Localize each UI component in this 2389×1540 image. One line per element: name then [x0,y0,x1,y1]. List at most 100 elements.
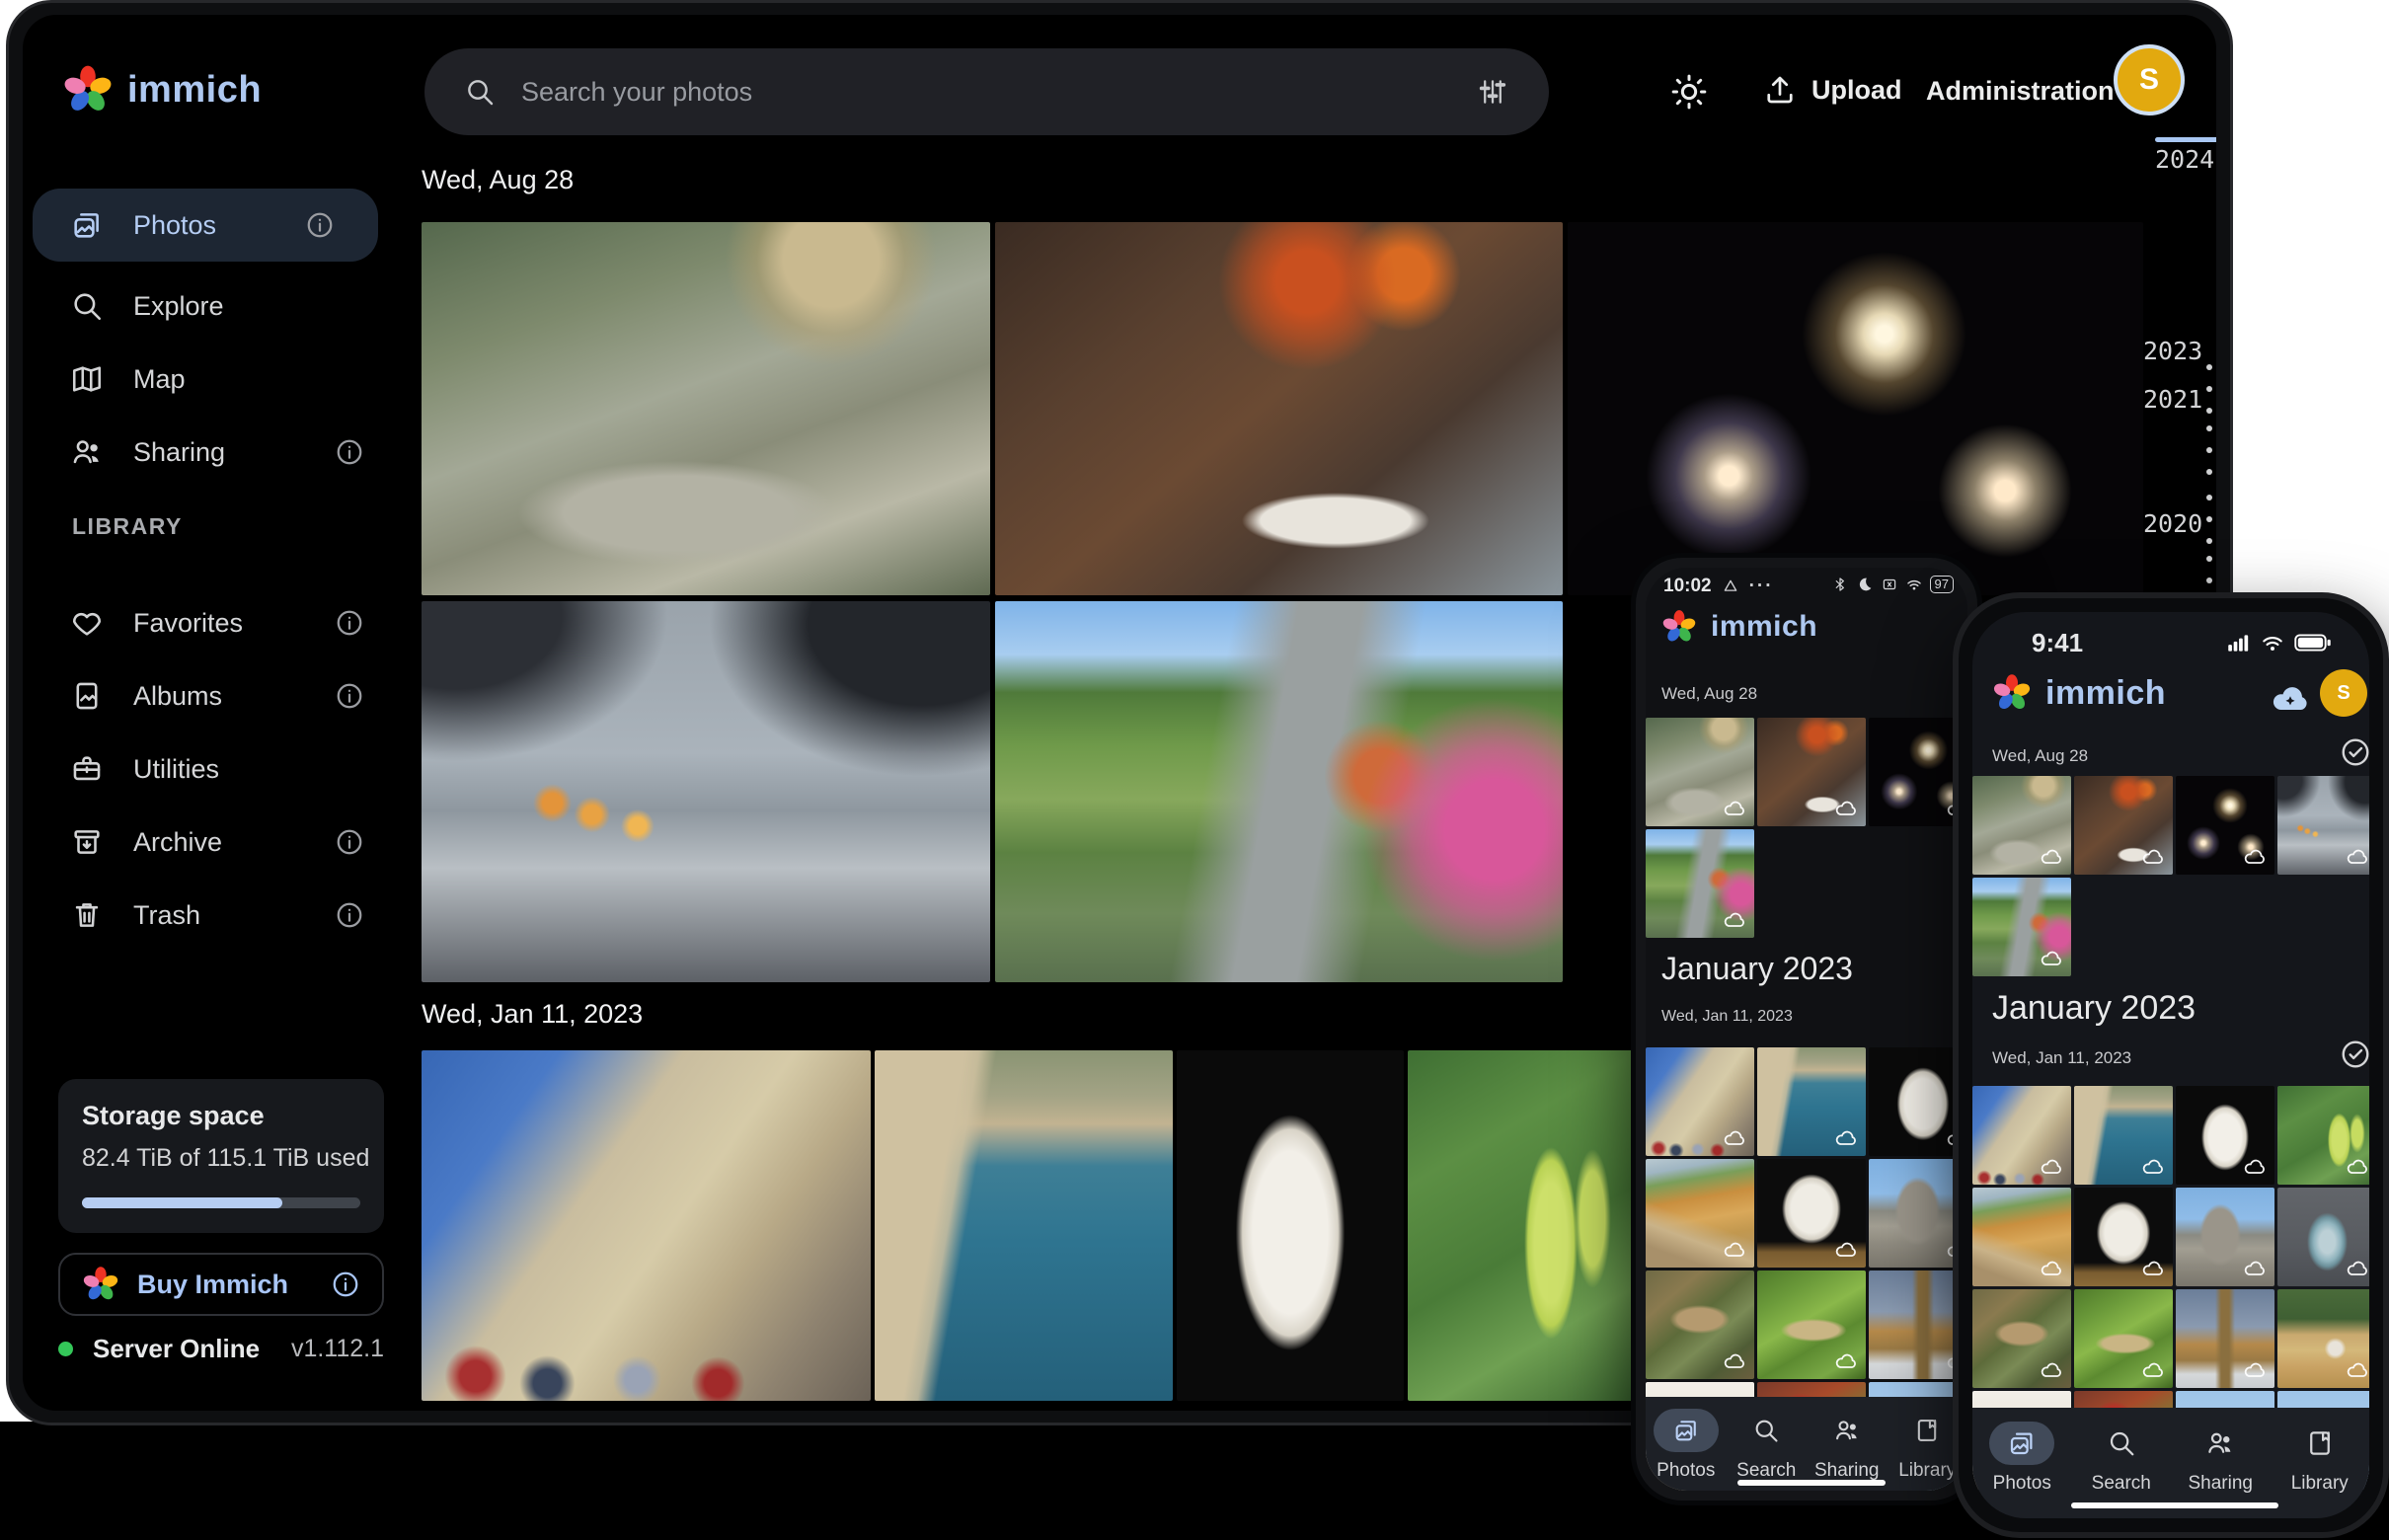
trash-icon [70,898,104,932]
tune-icon[interactable] [1476,75,1509,109]
timeline-year-2023[interactable]: 2023 [2143,337,2216,365]
immich-flower-logo [82,1266,119,1303]
sidebar-item-favorites[interactable]: Favorites [23,586,408,659]
info-icon[interactable] [331,1270,360,1299]
cloud-icon [2243,1358,2267,1382]
photo-lizard-moss[interactable] [1757,1270,1866,1379]
photo-dinner-table[interactable] [2074,776,2173,875]
photo-coastal-fort[interactable] [875,1050,1173,1401]
photo-garden-path[interactable] [1972,878,2071,976]
photo-tiered-ornament[interactable] [2277,1188,2369,1286]
sidebar-item-photos[interactable]: Photos [33,189,378,262]
nav-search[interactable]: Search [2072,1422,2172,1495]
photo-garden-path[interactable] [1646,829,1754,938]
phone1-bottom-nav: Photos Search Sharing Library [1646,1397,1967,1491]
check-circle-icon[interactable] [2340,1039,2369,1070]
photo-holding-hands[interactable] [2277,776,2369,875]
photo-dinner-table[interactable] [1757,718,1866,826]
immich-flower-logo [1661,609,1697,645]
photo-alpine-village[interactable] [2277,1289,2369,1388]
sidebar-item-explore[interactable]: Explore [23,270,408,343]
info-icon[interactable] [335,827,364,857]
home-indicator[interactable] [2071,1502,2278,1508]
photo-sea-grapes[interactable] [2277,1086,2369,1185]
photo-fortress-walls[interactable] [1972,1086,2071,1185]
photo-marble-sculpture[interactable] [2074,1188,2173,1286]
photo-marble-bust[interactable] [2176,1086,2274,1185]
avatar[interactable]: S [2114,44,2185,116]
phone1-date-jan: Wed, Jan 11, 2023 [1661,1008,1793,1026]
phone-mockup-iphone: 9:41 immich S Wed, Aug 28 January 2023 W… [1953,592,2389,1538]
timeline-marker[interactable] [2155,137,2216,142]
sidebar-item-trash[interactable]: Trash [23,879,408,952]
phone1-app: 10:02 ··· 97 immich Wed, Aug 28 January … [1646,568,1967,1491]
cloud-icon [1723,1126,1746,1150]
nav-sharing[interactable]: Sharing [1807,1409,1888,1482]
photo-fireworks[interactable] [2176,776,2274,875]
photo-stone-ruin[interactable] [2176,1188,2274,1286]
buy-immich-button[interactable]: Buy Immich [58,1253,384,1316]
info-icon[interactable] [335,900,364,930]
photo-fortress-walls[interactable] [1646,1047,1754,1156]
nav-photos[interactable]: Photos [1646,1409,1727,1482]
check-circle-icon[interactable] [2340,736,2369,768]
map-icon [70,362,104,396]
cloud-icon [1834,1238,1858,1262]
photo-monkey-enclosure[interactable] [1646,718,1754,826]
nav-library[interactable]: Library [2271,1422,2370,1495]
info-icon[interactable] [335,608,364,638]
photo-coastal-fort[interactable] [1757,1047,1866,1156]
photo-lizard-ground[interactable] [1646,1270,1754,1379]
cloud-icon [2040,1155,2063,1179]
photo-monkey-enclosure[interactable] [422,222,990,595]
photo-fireworks[interactable] [1568,222,2143,595]
sidebar-item-sharing[interactable]: Sharing [23,416,408,489]
photo-lizard-ground[interactable] [1972,1289,2071,1388]
administration-label: Administration [1926,76,2115,107]
photo-cliff-beach[interactable] [1972,1188,2071,1286]
app-logo[interactable]: immich [62,64,262,116]
photo-fortress-walls[interactable] [422,1050,871,1401]
phone2-clock: 9:41 [2032,628,2083,658]
home-indicator[interactable] [1737,1480,1886,1486]
info-icon[interactable] [305,210,335,240]
upload-button[interactable]: Upload [1762,72,1902,108]
phone1-date-aug: Wed, Aug 28 [1661,684,1757,704]
photo-lizard-moss[interactable] [2074,1289,2173,1388]
sidebar-item-albums[interactable]: Albums [23,659,408,732]
nav-photos[interactable]: Photos [1972,1422,2072,1495]
timeline-year-2020[interactable]: 2020 [2143,509,2216,538]
timeline-year-2024[interactable]: 2024 [2155,145,2216,174]
photo-cliff-beach[interactable] [1646,1159,1754,1268]
photo-monkey-enclosure[interactable] [1972,776,2071,875]
sidebar-item-utilities[interactable]: Utilities [23,732,408,806]
phone2-avatar[interactable]: S [2320,669,2367,717]
cloud-icon [1834,1126,1858,1150]
info-icon[interactable] [335,681,364,711]
photo-sea-grapes[interactable] [1408,1050,1639,1401]
administration-link[interactable]: Administration [1926,76,2115,107]
theme-toggle-sun-icon[interactable] [1669,72,1709,112]
cloud-sync-icon[interactable] [2269,677,2312,721]
phone2-logo: immich [1992,673,2166,713]
info-icon[interactable] [335,437,364,467]
phone2-statusbar-right [2225,630,2332,655]
photo-marble-bust[interactable] [1177,1050,1404,1401]
nav-search[interactable]: Search [1727,1409,1808,1482]
photo-coastal-fort[interactable] [2074,1086,2173,1185]
photo-holding-hands[interactable] [422,601,990,982]
sidebar-item-archive[interactable]: Archive [23,806,408,879]
cloud-icon [2040,1358,2063,1382]
nav-sharing[interactable]: Sharing [2171,1422,2271,1495]
timeline-year-2021[interactable]: 2021 [2143,385,2216,414]
search-bar[interactable]: Search your photos [424,48,1549,135]
photo-winter-church[interactable] [2176,1289,2274,1388]
search-placeholder: Search your photos [521,77,1476,108]
cloud-icon [2346,1257,2369,1280]
sidebar-item-map[interactable]: Map [23,343,408,416]
photo-garden-path[interactable] [995,601,1563,982]
cloud-icon [1723,908,1746,932]
photo-dinner-table[interactable] [995,222,1563,595]
photo-marble-sculpture[interactable] [1757,1159,1866,1268]
phone2-statusbar-left: 9:41 [2032,628,2083,658]
